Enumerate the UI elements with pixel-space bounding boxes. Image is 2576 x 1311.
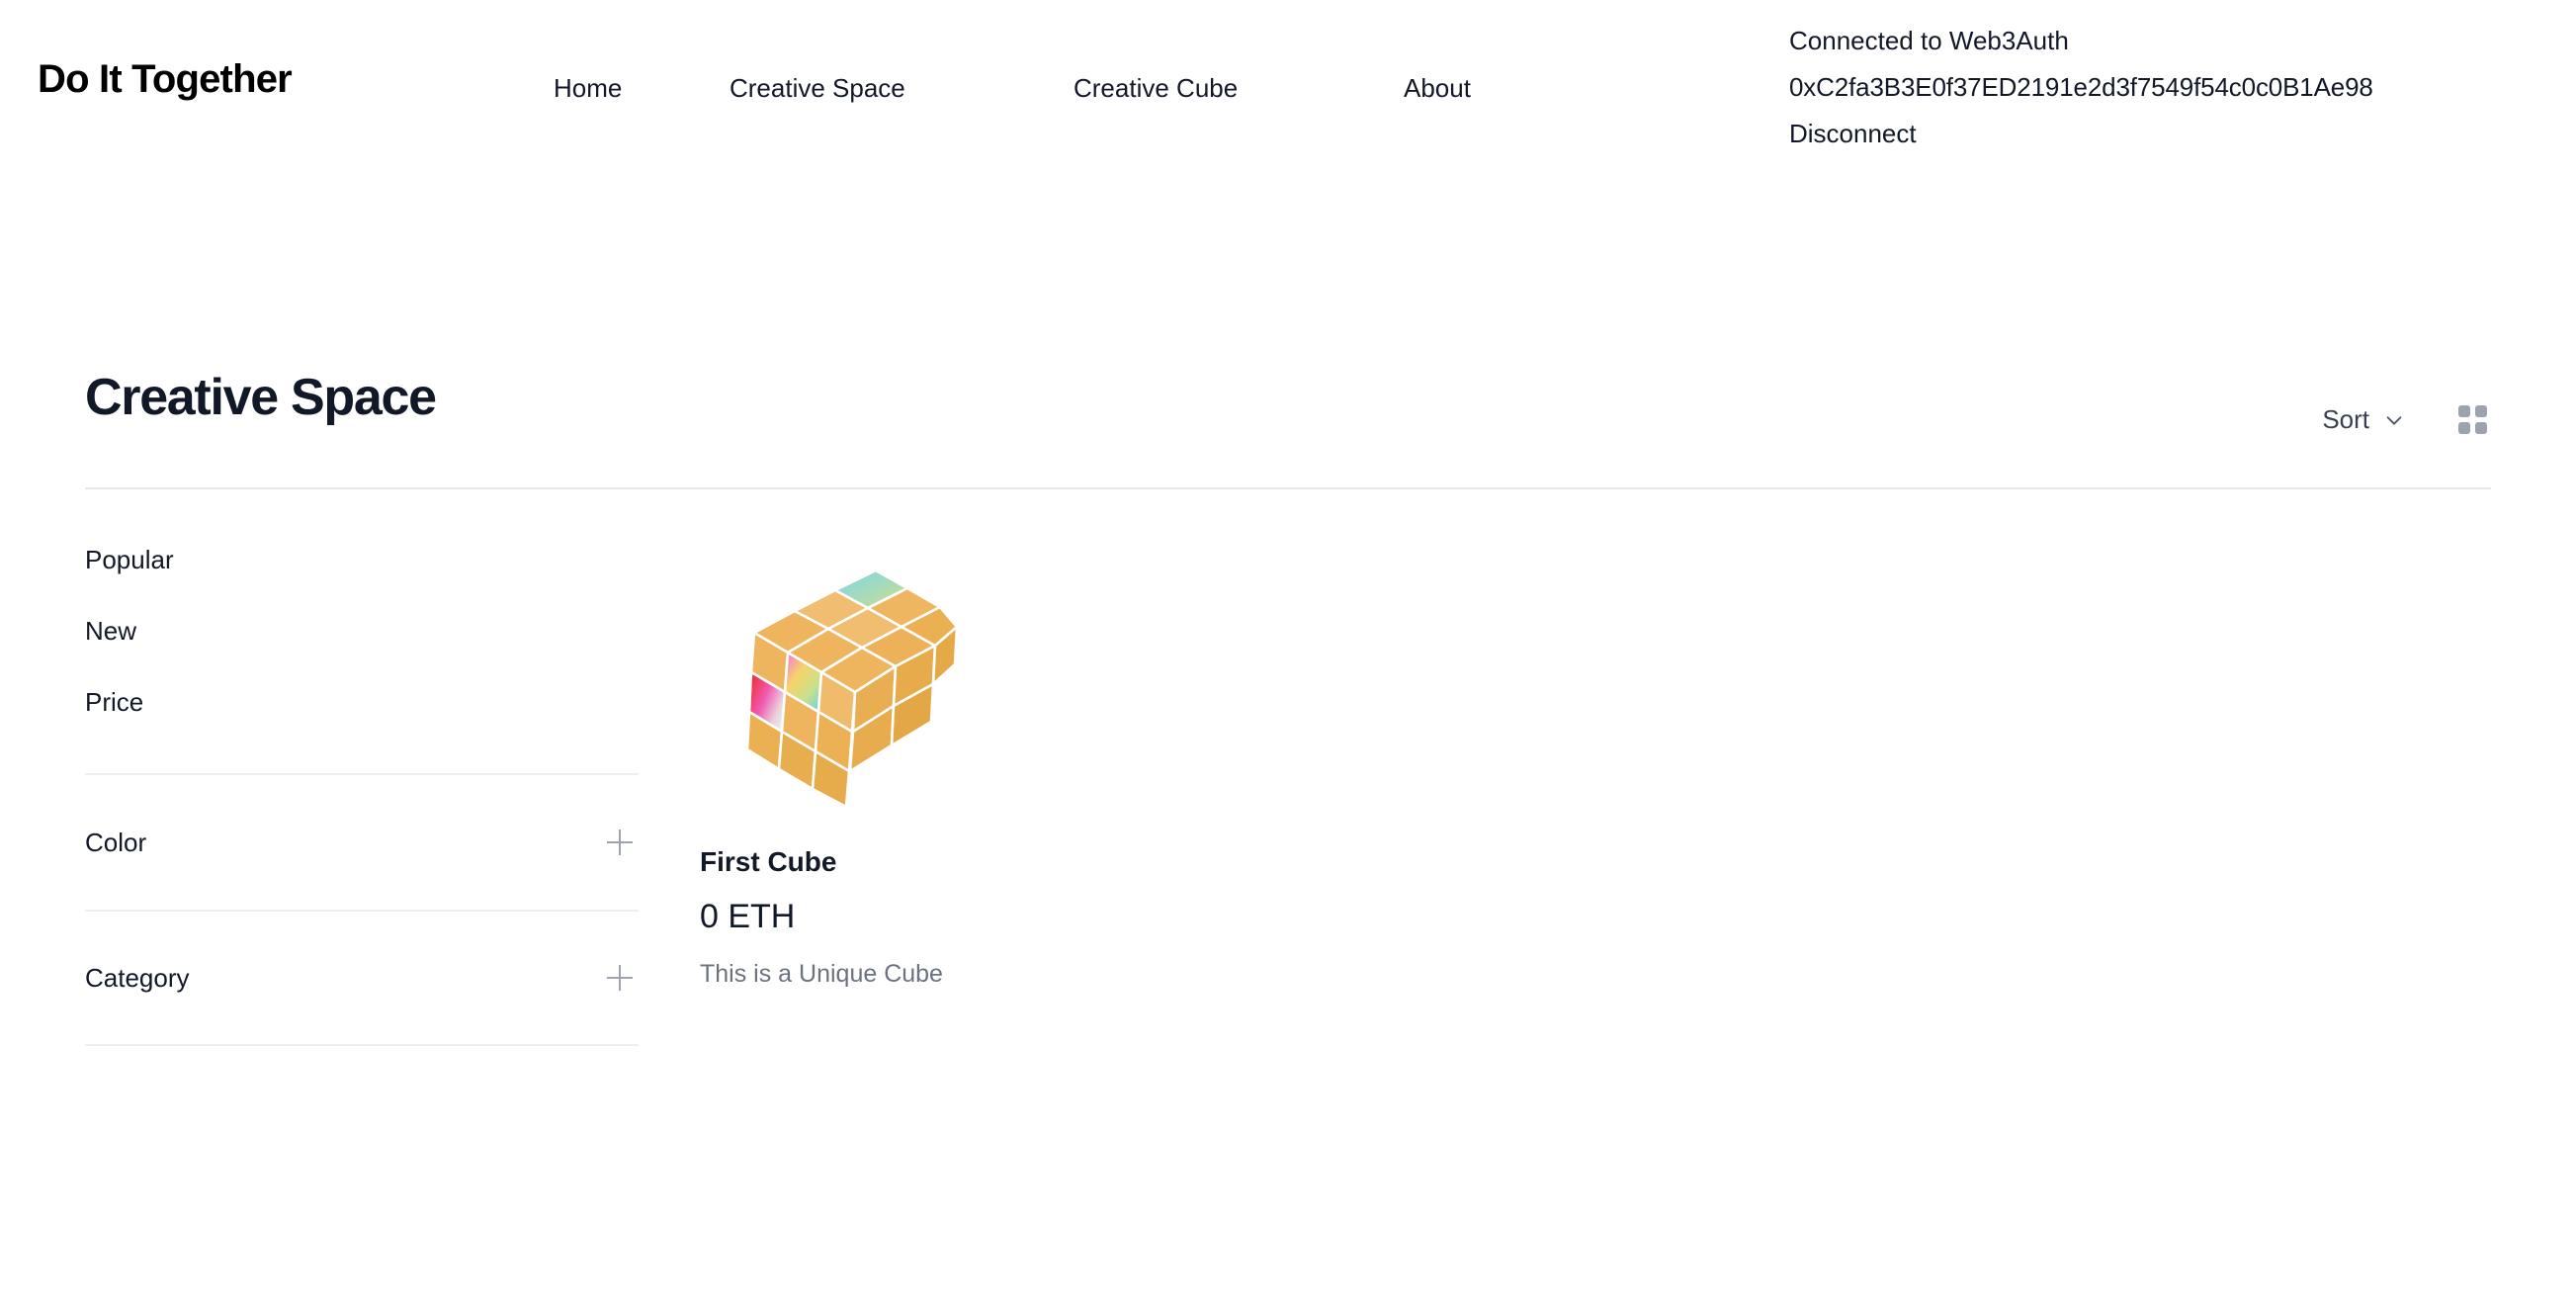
filters-sidebar: Popular New Price Color Category [85,524,639,1046]
cube-preview[interactable] [700,554,1214,821]
filter-link-new[interactable]: New [85,595,639,666]
page-head-controls: Sort [2322,401,2491,438]
wallet-address[interactable]: 0xC2fa3B3E0f37ED2191e2d3f7549f54c0c0B1Ae… [1789,64,2560,111]
grid-cell [2475,422,2487,434]
grid-cell [2458,405,2470,417]
filter-section-color[interactable]: Color [85,773,639,910]
chevron-down-icon [2386,415,2402,425]
filter-section-label: Color [85,827,147,857]
product-price: 0 ETH [700,898,796,935]
nav-item-creative-cube[interactable]: Creative Cube [1073,73,1404,104]
plus-icon[interactable] [607,965,633,991]
sort-dropdown[interactable]: Sort [2322,404,2405,435]
page-head: Creative Space Sort [85,356,2491,488]
product-description: This is a Unique Cube [700,960,943,988]
filter-link-popular[interactable]: Popular [85,524,639,595]
nav-item-creative-space[interactable]: Creative Space [730,73,1073,104]
grid-cell [2475,405,2487,417]
filter-section-category[interactable]: Category [85,910,639,1046]
grid-cell [2458,422,2470,434]
brand-logo[interactable]: Do It Together [38,57,293,102]
page-head-divider [85,487,2491,489]
filter-link-price[interactable]: Price [85,666,639,738]
nav-item-about[interactable]: About [1404,73,1471,104]
wallet-connection-status: Connected to Web3Auth [1789,26,2069,55]
product-card[interactable]: First Cube 0 ETH This is a Unique Cube [700,554,1214,989]
filters-spacer [85,738,639,773]
disconnect-button[interactable]: Disconnect [1789,111,2560,157]
product-name: First Cube [700,846,837,877]
nav-item-home[interactable]: Home [554,73,730,104]
sort-label: Sort [2322,404,2369,434]
main-nav: Home Creative Space Creative Cube About [554,73,1471,104]
grid-view-icon[interactable] [2454,401,2491,438]
site-header: Do It Together Home Creative Space Creat… [0,0,2576,183]
rubiks-cube-icon [745,568,959,809]
product-grid: First Cube 0 ETH This is a Unique Cube [700,554,2491,989]
plus-icon[interactable] [607,830,633,855]
page-title: Creative Space [85,369,437,426]
filter-section-label: Category [85,962,190,993]
wallet-status-block: Connected to Web3Auth 0xC2fa3B3E0f37ED21… [1789,18,2560,157]
